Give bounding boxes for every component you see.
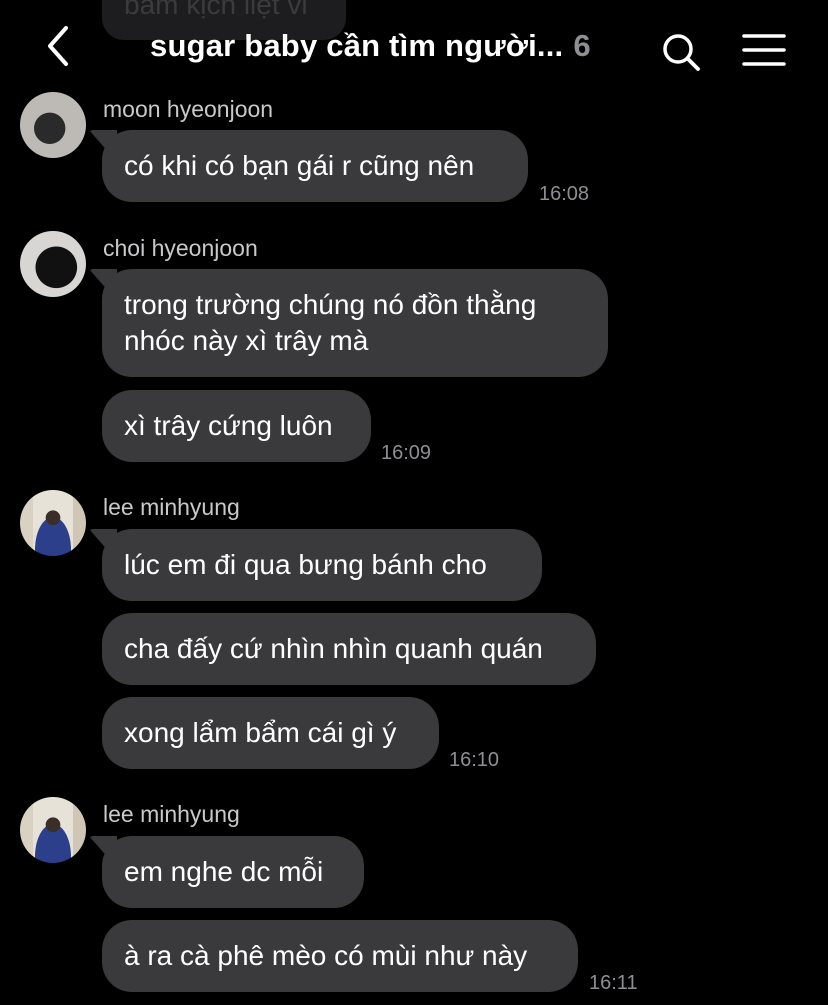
message-bubble[interactable]: có khi có bạn gái r cũng nên [102,130,528,202]
message-text: à ra cà phê mèo có mùi như này [124,940,528,971]
chat-title-text: sugar baby cần tìm người... [150,28,564,63]
message-time: 16:08 [539,183,590,205]
message-bubble[interactable]: lúc em đi qua bưng bánh cho [102,529,542,601]
message-bubble[interactable]: xong lẩm bẩm cái gì ý [102,697,439,769]
search-button[interactable] [660,31,702,73]
message-text: xong lẩm bẩm cái gì ý [124,717,397,748]
message-time: 16:10 [449,749,500,771]
member-count: 6 [573,28,591,63]
avatar[interactable] [20,797,86,863]
message-bubble[interactable]: à ra cà phê mèo có mùi như này [102,920,578,992]
message-bubble[interactable]: cha đấy cứ nhìn nhìn quanh quán [102,613,596,685]
avatar[interactable] [20,490,86,556]
message-text: em nghe dc mỗi [124,856,324,887]
message-bubble[interactable]: trong trường chúng nó đồn thằng nhóc này… [102,269,608,377]
message-text: có khi có bạn gái r cũng nên [124,150,475,181]
search-icon [663,34,700,71]
message-time: 16:11 [589,972,638,994]
back-button[interactable] [40,24,80,68]
message-text-line: trong trường chúng nó đồn thằng [124,289,537,320]
chat-header: bấm kịch liệt vl sugar baby cần tìm ngườ… [0,0,828,90]
avatar[interactable] [20,231,86,297]
sender-name: lee minhyung [103,494,240,520]
chevron-left-icon [48,26,68,66]
menu-button[interactable] [742,32,786,68]
message-time: 16:09 [381,442,432,464]
chat-title[interactable]: sugar baby cần tìm người... 6 [150,24,591,68]
avatar[interactable] [20,92,86,158]
sender-name: choi hyeonjoon [103,235,258,261]
message-text: lúc em đi qua bưng bánh cho [124,549,487,580]
menu-icon [742,34,786,66]
message-text: cha đấy cứ nhìn nhìn quanh quán [124,633,543,664]
sender-name: lee minhyung [103,801,240,827]
sender-name: moon hyeonjoon [103,96,274,122]
message-bubble[interactable]: em nghe dc mỗi [102,836,364,908]
message-text-line: nhóc này xì trây mà [124,325,369,356]
message-text: xì trây cứng luôn [124,410,333,441]
message-bubble[interactable]: xì trây cứng luôn [102,390,371,462]
